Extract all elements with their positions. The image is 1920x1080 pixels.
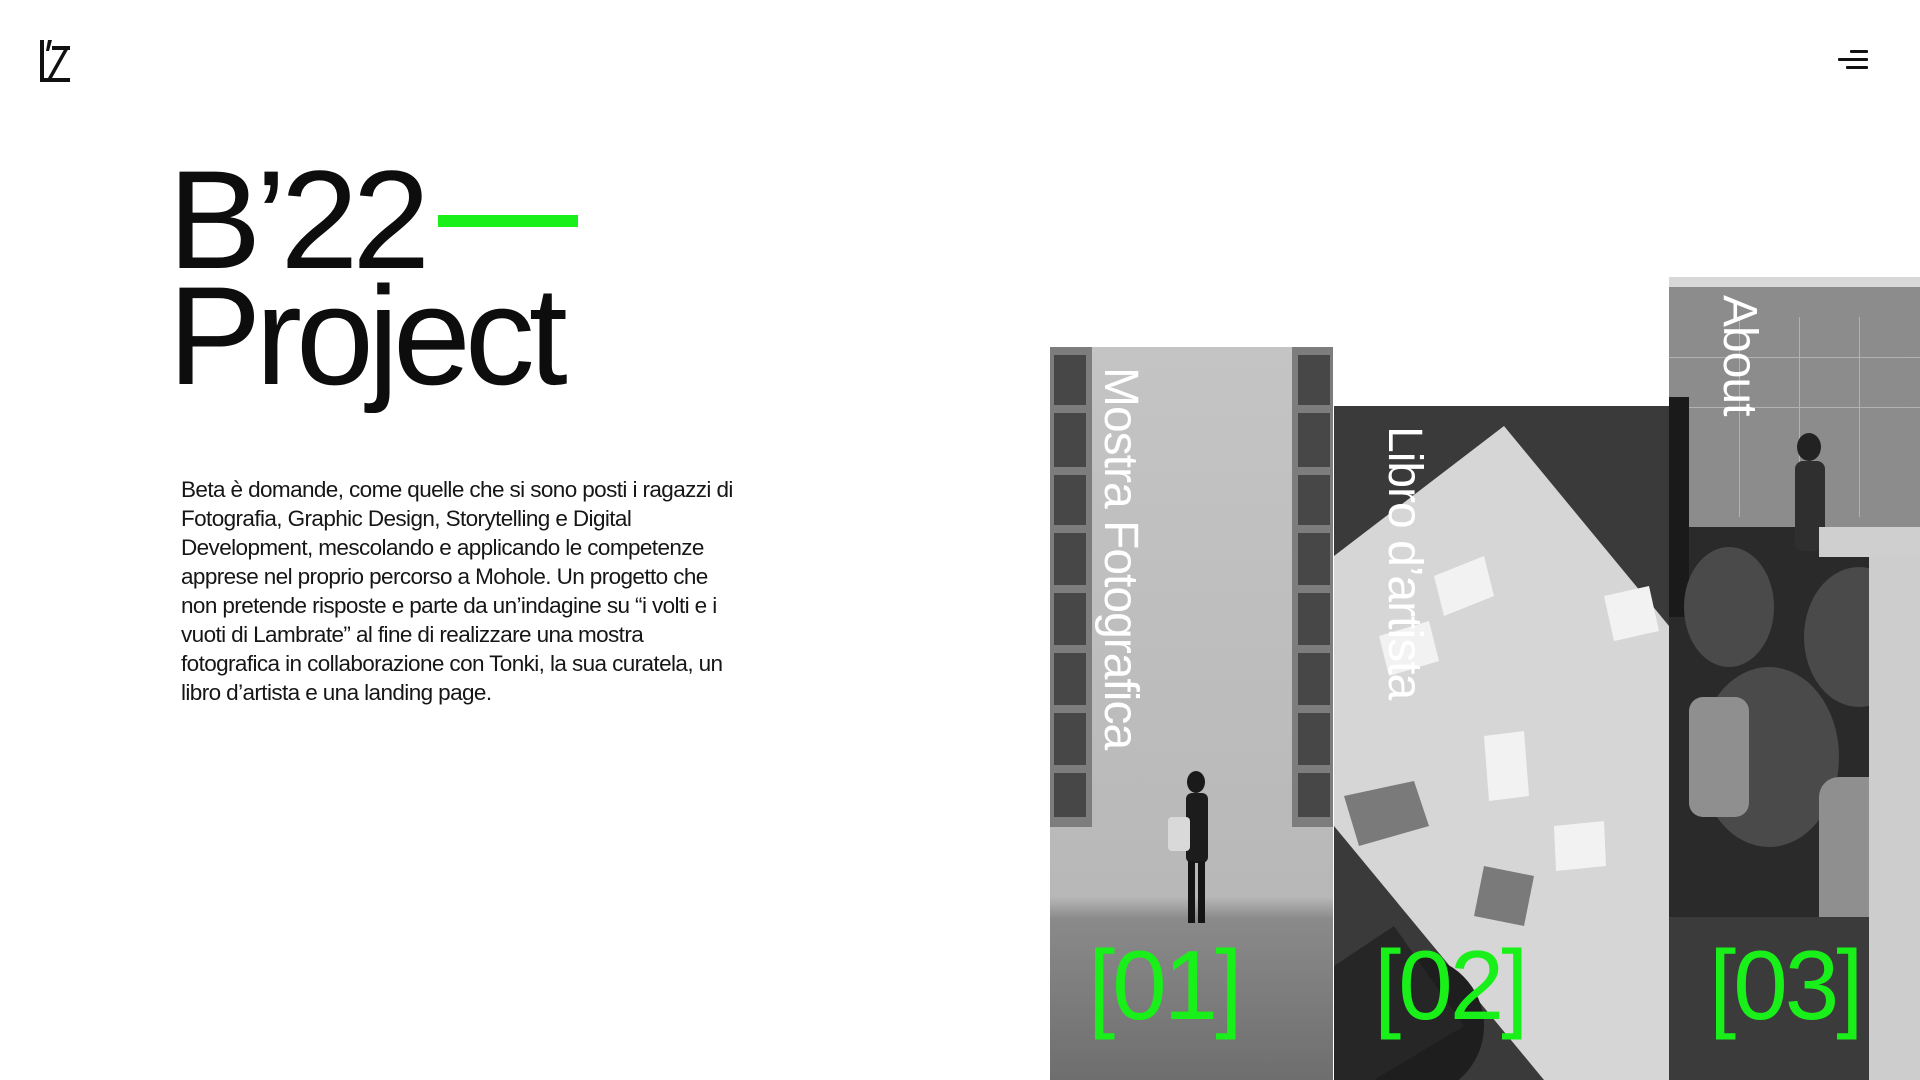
lz-logo-icon[interactable]	[38, 38, 72, 84]
card-title: About	[1713, 295, 1766, 416]
menu-line	[1850, 50, 1868, 53]
card-number: [02]	[1374, 930, 1528, 1040]
card-title: Mostra Fotografica	[1094, 367, 1147, 750]
card-title: Libro d’artista	[1378, 426, 1431, 700]
card-number: [03]	[1709, 930, 1863, 1040]
card-libro-artista[interactable]: Libro d’artista [02]	[1334, 406, 1669, 1080]
hero-title-project: Project	[168, 257, 568, 414]
hero-title: B’22 Project	[168, 150, 579, 414]
card-number: [01]	[1088, 930, 1242, 1040]
menu-line	[1846, 66, 1868, 69]
accent-dash	[438, 215, 579, 228]
page: B’22 Project Beta è domande, come quelle…	[0, 0, 1920, 1080]
card-about[interactable]: About [03]	[1669, 277, 1920, 1080]
hamburger-menu-icon[interactable]	[1838, 48, 1868, 72]
project-description: Beta è domande, come quelle che si sono …	[181, 476, 733, 705]
card-mostra-fotografica[interactable]: Mostra Fotografica [01]	[1050, 347, 1333, 1080]
menu-line	[1838, 58, 1868, 61]
